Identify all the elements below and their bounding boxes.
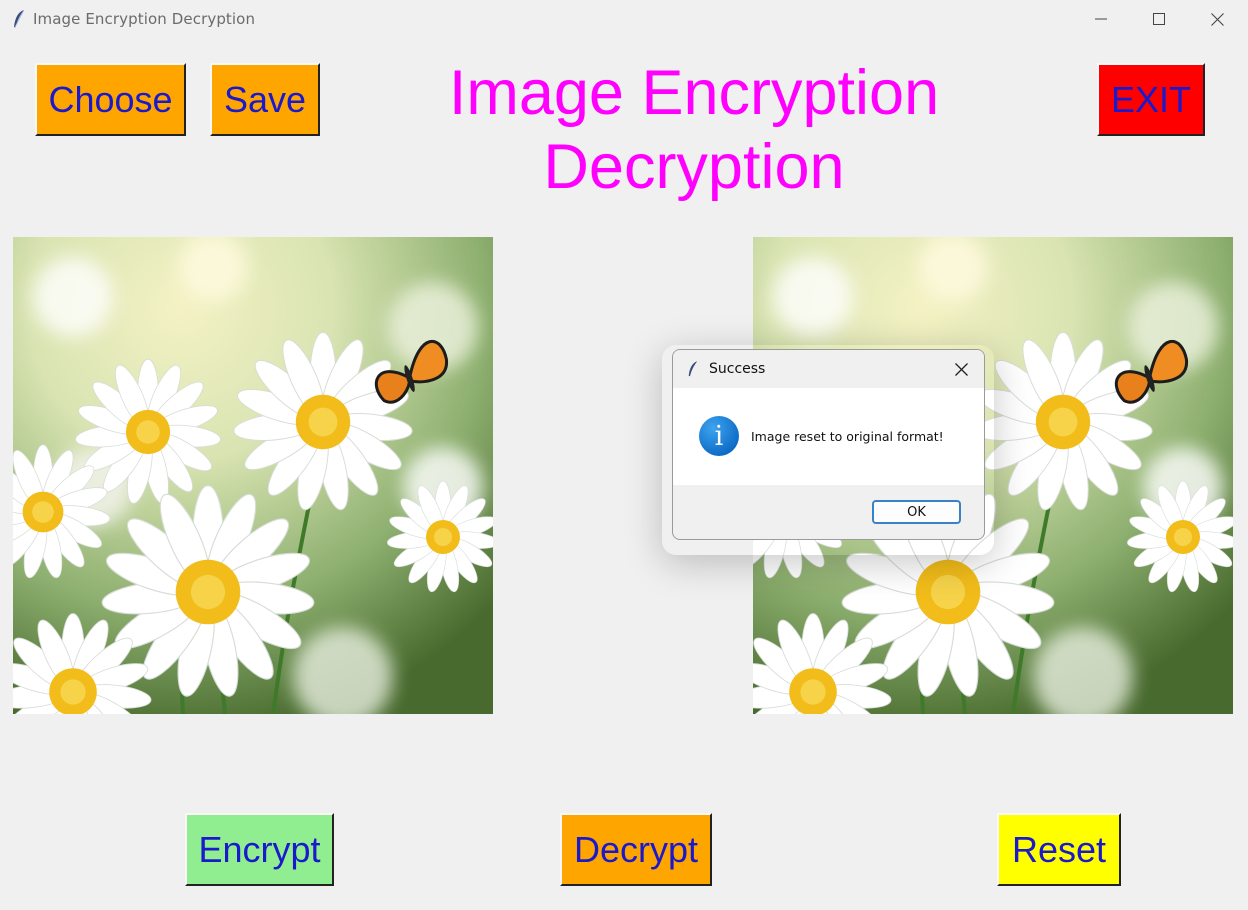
feather-icon [14,9,25,28]
dialog-close-button[interactable] [949,358,973,380]
save-button[interactable]: Save [210,63,320,136]
decrypt-button[interactable]: Decrypt [560,813,712,886]
dialog-titlebar: Success [673,350,984,388]
maximize-icon [1153,13,1165,25]
choose-button[interactable]: Choose [35,63,186,136]
minimize-button[interactable] [1072,0,1130,38]
info-icon: i [699,416,739,456]
original-image [13,237,493,714]
page-title-line1: Image Encryption [448,58,940,128]
success-dialog: Success i Image reset to original format… [672,349,985,540]
feather-icon [688,361,698,377]
close-icon [954,362,968,376]
exit-button[interactable]: EXIT [1097,63,1205,136]
dialog-title: Success [709,361,766,377]
ok-button[interactable]: OK [872,500,961,524]
page-title: Image Encryption Decryption [400,56,988,204]
maximize-button[interactable] [1130,0,1188,38]
flower-image [13,237,493,714]
encrypt-button[interactable]: Encrypt [185,813,334,886]
reset-button[interactable]: Reset [997,813,1121,886]
close-icon [1210,12,1224,26]
minimize-icon [1095,18,1107,20]
page-title-line2: Decryption [543,132,845,202]
window-titlebar: Image Encryption Decryption [0,0,1248,38]
window-close-button[interactable] [1188,0,1246,38]
dialog-message: Image reset to original format! [751,429,944,444]
dialog-body: i Image reset to original format! [673,388,984,485]
window-title: Image Encryption Decryption [33,10,256,28]
